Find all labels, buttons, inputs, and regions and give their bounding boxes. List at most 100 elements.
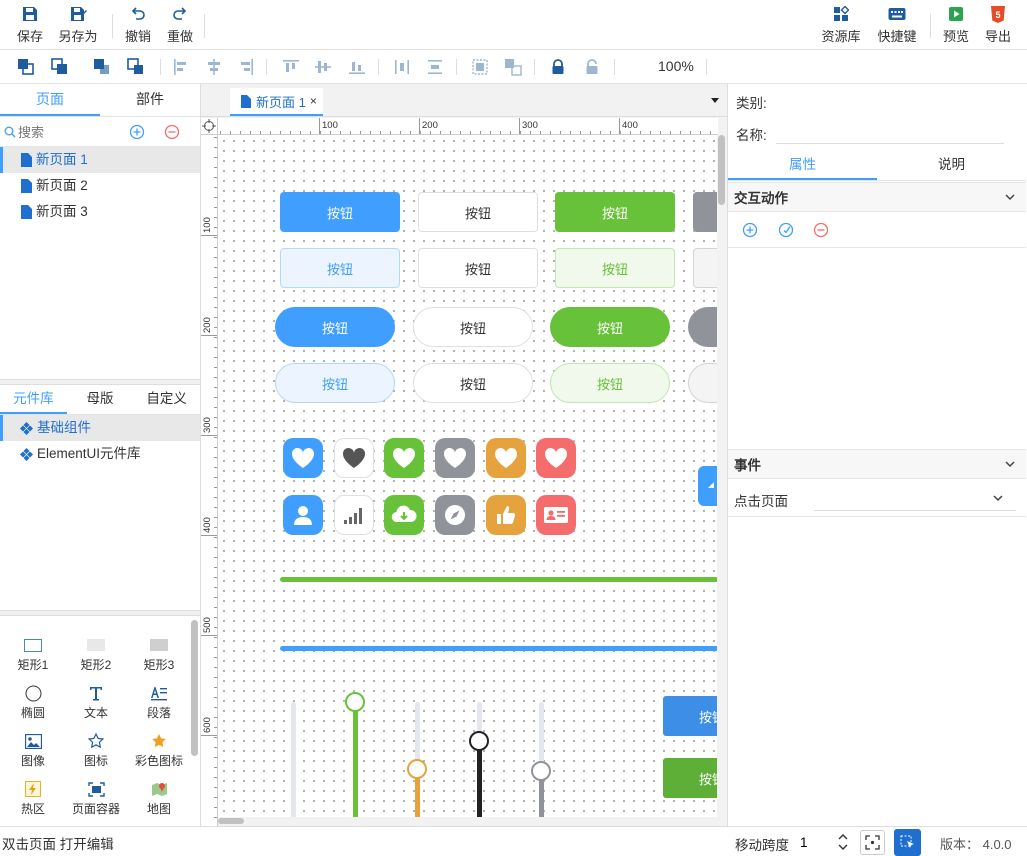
event-header[interactable]: 事件 [728, 449, 1026, 479]
heart-icon[interactable] [486, 438, 526, 478]
default-round-button[interactable]: 按钮 [413, 307, 533, 347]
align-center-icon[interactable] [205, 58, 223, 76]
interaction-header[interactable]: 交互动作 [728, 182, 1026, 212]
compass-icon[interactable] [435, 495, 475, 535]
tab-description[interactable]: 说明 [877, 151, 1026, 180]
group-icon[interactable] [471, 58, 489, 76]
component-hotspot[interactable]: 热区 [3, 778, 63, 822]
export-button[interactable]: 5 导出 [982, 4, 1014, 46]
success-plain-button[interactable]: 按钮 [555, 248, 675, 288]
remove-action-icon[interactable] [813, 222, 829, 238]
add-action-icon[interactable] [742, 222, 758, 238]
page-item[interactable]: 新页面 3 [0, 199, 200, 225]
resources-button[interactable]: 资源库 [818, 4, 864, 46]
vertical-slider-thumb[interactable] [531, 761, 551, 781]
default-button[interactable]: 按钮 [418, 192, 538, 232]
component-color-icon[interactable]: 彩色图标 [129, 730, 189, 774]
user-icon[interactable] [283, 495, 323, 535]
success-button-partial[interactable]: 按钮 [663, 758, 717, 798]
component-page-container[interactable]: 页面容器 [66, 778, 126, 822]
component-rect1[interactable]: 矩形1 [3, 634, 63, 678]
heart-icon[interactable] [283, 438, 323, 478]
component-text[interactable]: 文本 [66, 682, 126, 726]
primary-round-plain-button[interactable]: 按钮 [275, 363, 395, 403]
align-left-icon[interactable] [172, 58, 190, 76]
heart-icon[interactable] [536, 438, 576, 478]
tab-menu-caret-icon[interactable] [710, 95, 720, 105]
tab-close-button[interactable]: × [310, 94, 317, 108]
document-tab[interactable]: 新页面 1 × [230, 88, 323, 116]
floating-panel-handle[interactable] [698, 466, 717, 506]
shortcuts-button[interactable]: 快捷键 [874, 4, 920, 46]
tab-component-library[interactable]: 元件库 [0, 385, 67, 414]
primary-button[interactable]: 按钮 [280, 192, 400, 232]
event-select[interactable] [814, 485, 1016, 511]
component-map[interactable]: 地图 [129, 778, 189, 822]
heart-icon[interactable] [435, 438, 475, 478]
vertical-slider-thumb[interactable] [469, 731, 489, 751]
component-icon[interactable]: 图标 [66, 730, 126, 774]
scroll-thumb[interactable] [218, 818, 244, 824]
chevron-down-icon[interactable] [1004, 191, 1016, 203]
name-input[interactable] [776, 120, 1004, 144]
design-canvas[interactable]: 按钮 按钮 按钮 按钮 按钮 按钮 按钮 按钮 按钮 按钮 按钮 按钮 按 按 [218, 135, 717, 817]
info-button[interactable] [693, 192, 717, 232]
primary-button-partial[interactable]: 按钮 [663, 696, 717, 736]
id-card-icon[interactable] [536, 495, 576, 535]
success-round-button[interactable]: 按钮 [550, 307, 670, 347]
stepper-arrows-icon[interactable] [836, 831, 850, 853]
search-input[interactable] [18, 123, 118, 141]
info-round-button[interactable] [688, 307, 717, 347]
cloud-download-icon[interactable] [384, 495, 424, 535]
align-middle-icon[interactable] [314, 58, 332, 76]
remove-page-icon[interactable] [164, 124, 180, 140]
tab-widgets[interactable]: 部件 [100, 84, 200, 116]
info-plain-button[interactable] [693, 248, 717, 288]
success-round-plain-button[interactable]: 按钮 [550, 363, 670, 403]
save-as-button[interactable]: 另存为 [56, 4, 100, 46]
canvas-vertical-scrollbar[interactable] [717, 135, 727, 817]
vertical-slider-thumb[interactable] [407, 759, 427, 779]
library-item[interactable]: ElementUI元件库 [0, 441, 200, 467]
vertical-slider-track[interactable] [291, 702, 296, 817]
signal-icon[interactable] [334, 495, 374, 535]
page-item[interactable]: 新页面 2 [0, 173, 200, 199]
chevron-down-icon[interactable] [1004, 458, 1016, 470]
distribute-horizontal-icon[interactable] [393, 58, 411, 76]
undo-button[interactable]: 撤销 [122, 4, 154, 46]
page-item[interactable]: 新页面 1 [0, 147, 200, 173]
primary-round-button[interactable]: 按钮 [275, 307, 395, 347]
save-button[interactable]: 保存 [14, 4, 46, 46]
info-round-plain-button[interactable] [688, 363, 717, 403]
align-top-icon[interactable] [282, 58, 300, 76]
tab-masters[interactable]: 母版 [67, 385, 134, 414]
add-page-icon[interactable] [129, 124, 145, 140]
bring-to-front-icon[interactable] [17, 58, 35, 76]
component-image[interactable]: 图像 [3, 730, 63, 774]
component-rect3[interactable]: 矩形3 [129, 634, 189, 678]
ungroup-icon[interactable] [504, 58, 522, 76]
unlock-icon[interactable] [583, 58, 601, 76]
thumbs-up-icon[interactable] [486, 495, 526, 535]
heart-icon[interactable] [384, 438, 424, 478]
canvas-horizontal-scrollbar[interactable] [218, 817, 717, 826]
scroll-thumb[interactable] [718, 135, 725, 205]
tab-custom[interactable]: 自定义 [133, 385, 200, 414]
palette-scrollbar[interactable] [191, 620, 198, 756]
fit-screen-button[interactable] [860, 830, 885, 855]
default-round-plain-button[interactable]: 按钮 [413, 363, 533, 403]
align-bottom-icon[interactable] [348, 58, 366, 76]
library-item[interactable]: 基础组件 [0, 415, 200, 441]
lock-icon[interactable] [549, 58, 567, 76]
preview-button[interactable]: 预览 [940, 4, 972, 46]
bring-forward-icon[interactable] [51, 58, 69, 76]
redo-button[interactable]: 重做 [164, 4, 196, 46]
default-plain-button[interactable]: 按钮 [418, 248, 538, 288]
selection-mode-button[interactable] [894, 829, 921, 856]
primary-plain-button[interactable]: 按钮 [280, 248, 400, 288]
component-ellipse[interactable]: 椭圆 [3, 682, 63, 726]
component-paragraph[interactable]: 段落 [129, 682, 189, 726]
zoom-level[interactable]: 100% [658, 58, 694, 74]
vertical-slider-thumb[interactable] [345, 692, 365, 712]
component-rect2[interactable]: 矩形2 [66, 634, 126, 678]
